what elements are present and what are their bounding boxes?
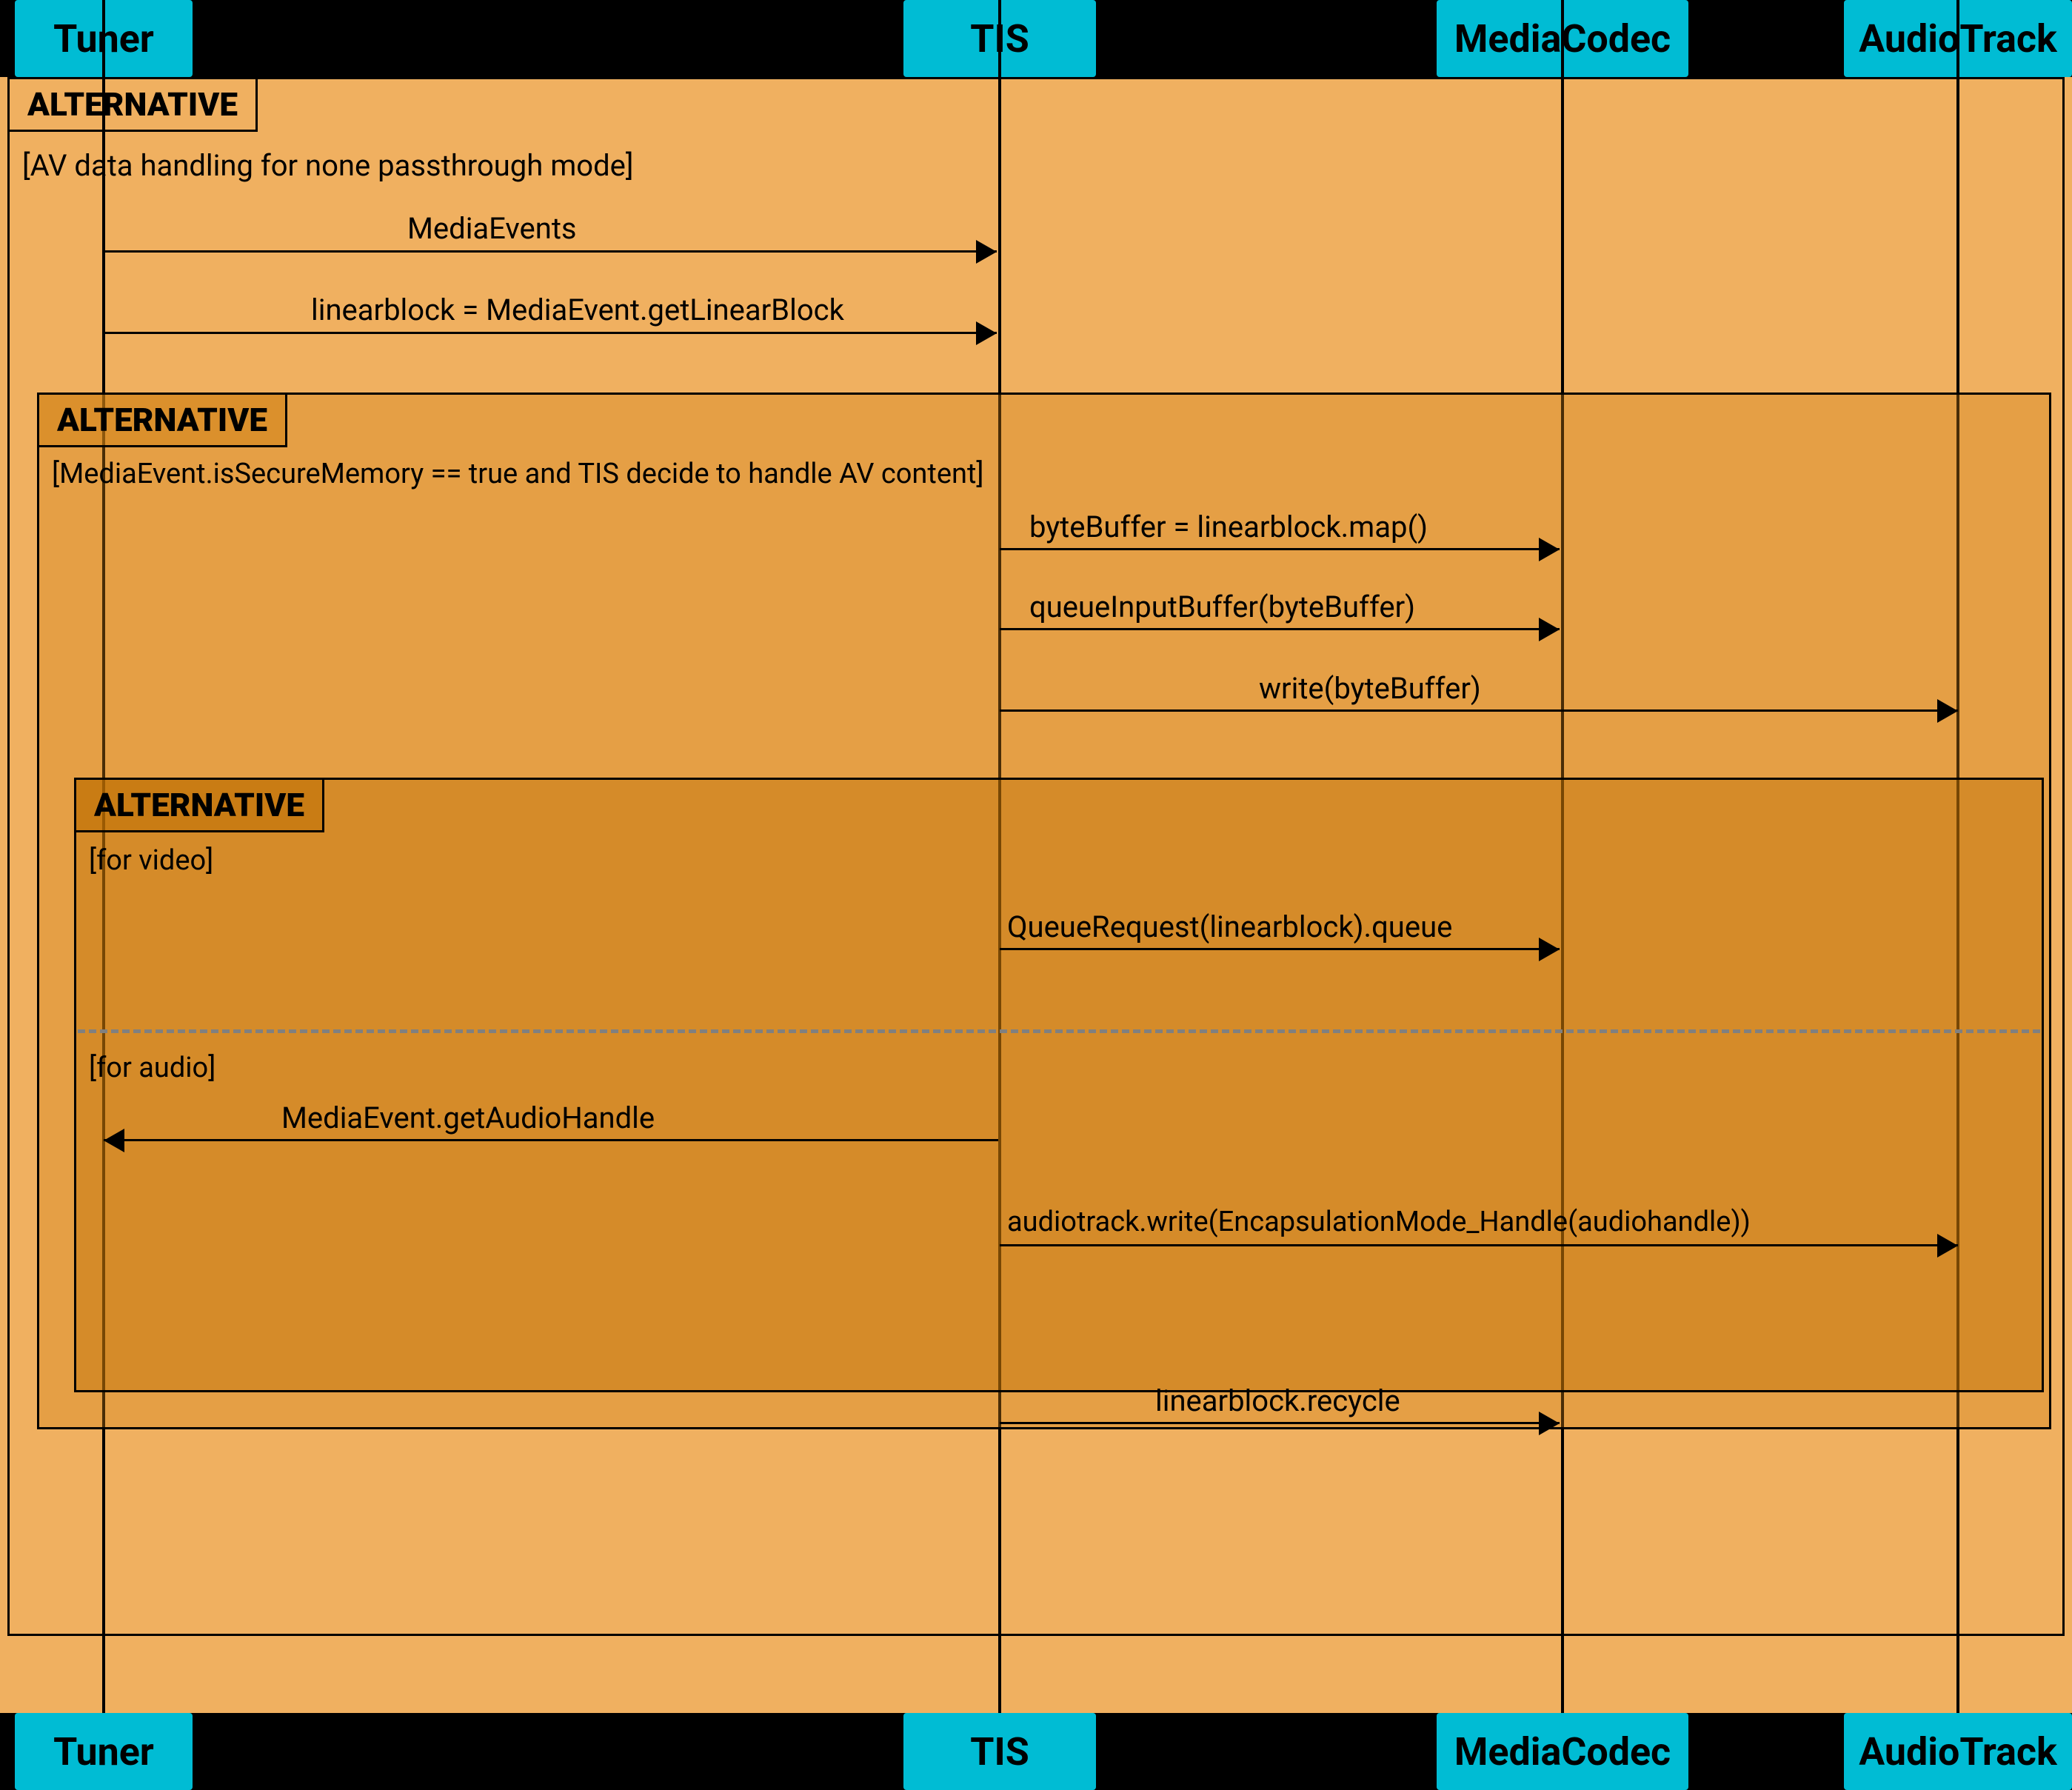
arrow-get-audio-handle	[104, 1139, 998, 1141]
footer-mediacodec: MediaCodec	[1437, 1713, 1688, 1790]
outer-alt-condition: [AV data handling for none passthrough m…	[22, 148, 634, 183]
inner-alt2-label: ALTERNATIVE	[76, 780, 324, 832]
mediacodec-footer-label: MediaCodec	[1454, 1729, 1671, 1774]
arrow-byte-buffer-map	[1000, 548, 1560, 550]
tuner-footer-label: Tuner	[53, 1729, 154, 1774]
inner-alt1-condition: [MediaEvent.isSecureMemory == true and T…	[52, 458, 984, 490]
inner-alt2-frame: ALTERNATIVE	[74, 778, 2044, 1392]
inner-alt2-audio-condition: [for audio]	[89, 1052, 215, 1084]
arrow-linearblock-recycle	[1000, 1422, 1560, 1424]
audiotrack-footer-label: AudioTrack	[1859, 1729, 2057, 1774]
label-get-linear-block: linearblock = MediaEvent.getLinearBlock	[311, 293, 844, 327]
dashed-divider	[78, 1029, 2040, 1033]
arrow-queue-input-buffer	[1000, 628, 1560, 630]
arrow-media-events	[104, 250, 997, 253]
label-media-events: MediaEvents	[407, 211, 577, 246]
footer-tuner: Tuner	[15, 1713, 193, 1790]
label-audiotrack-write: audiotrack.write(EncapsulationMode_Handl…	[1007, 1206, 1751, 1238]
inner-alt2-video-condition: [for video]	[89, 844, 213, 877]
label-queue-request: QueueRequest(linearblock).queue	[1007, 909, 1452, 944]
arrow-audiotrack-write	[1000, 1244, 1958, 1246]
label-byte-buffer-map: byteBuffer = linearblock.map()	[1029, 510, 1428, 544]
arrow-write-byte-buffer	[1000, 709, 1958, 712]
label-queue-input-buffer: queueInputBuffer(byteBuffer)	[1029, 590, 1415, 624]
label-linearblock-recycle: linearblock.recycle	[1155, 1383, 1400, 1418]
footer-audiotrack: AudioTrack	[1844, 1713, 2072, 1790]
label-get-audio-handle: MediaEvent.getAudioHandle	[281, 1101, 655, 1135]
footer-tis: TIS	[903, 1713, 1096, 1790]
diagram-container: Tuner TIS MediaCodec AudioTrack ALTERNAT…	[0, 0, 2072, 1790]
label-write-byte-buffer: write(byteBuffer)	[1259, 671, 1481, 706]
inner-alt1-label: ALTERNATIVE	[39, 395, 287, 447]
arrow-queue-request	[1000, 948, 1560, 950]
tis-footer-label: TIS	[970, 1729, 1029, 1774]
arrow-get-linear-block	[104, 332, 997, 334]
outer-alt-label: ALTERNATIVE	[10, 79, 258, 132]
